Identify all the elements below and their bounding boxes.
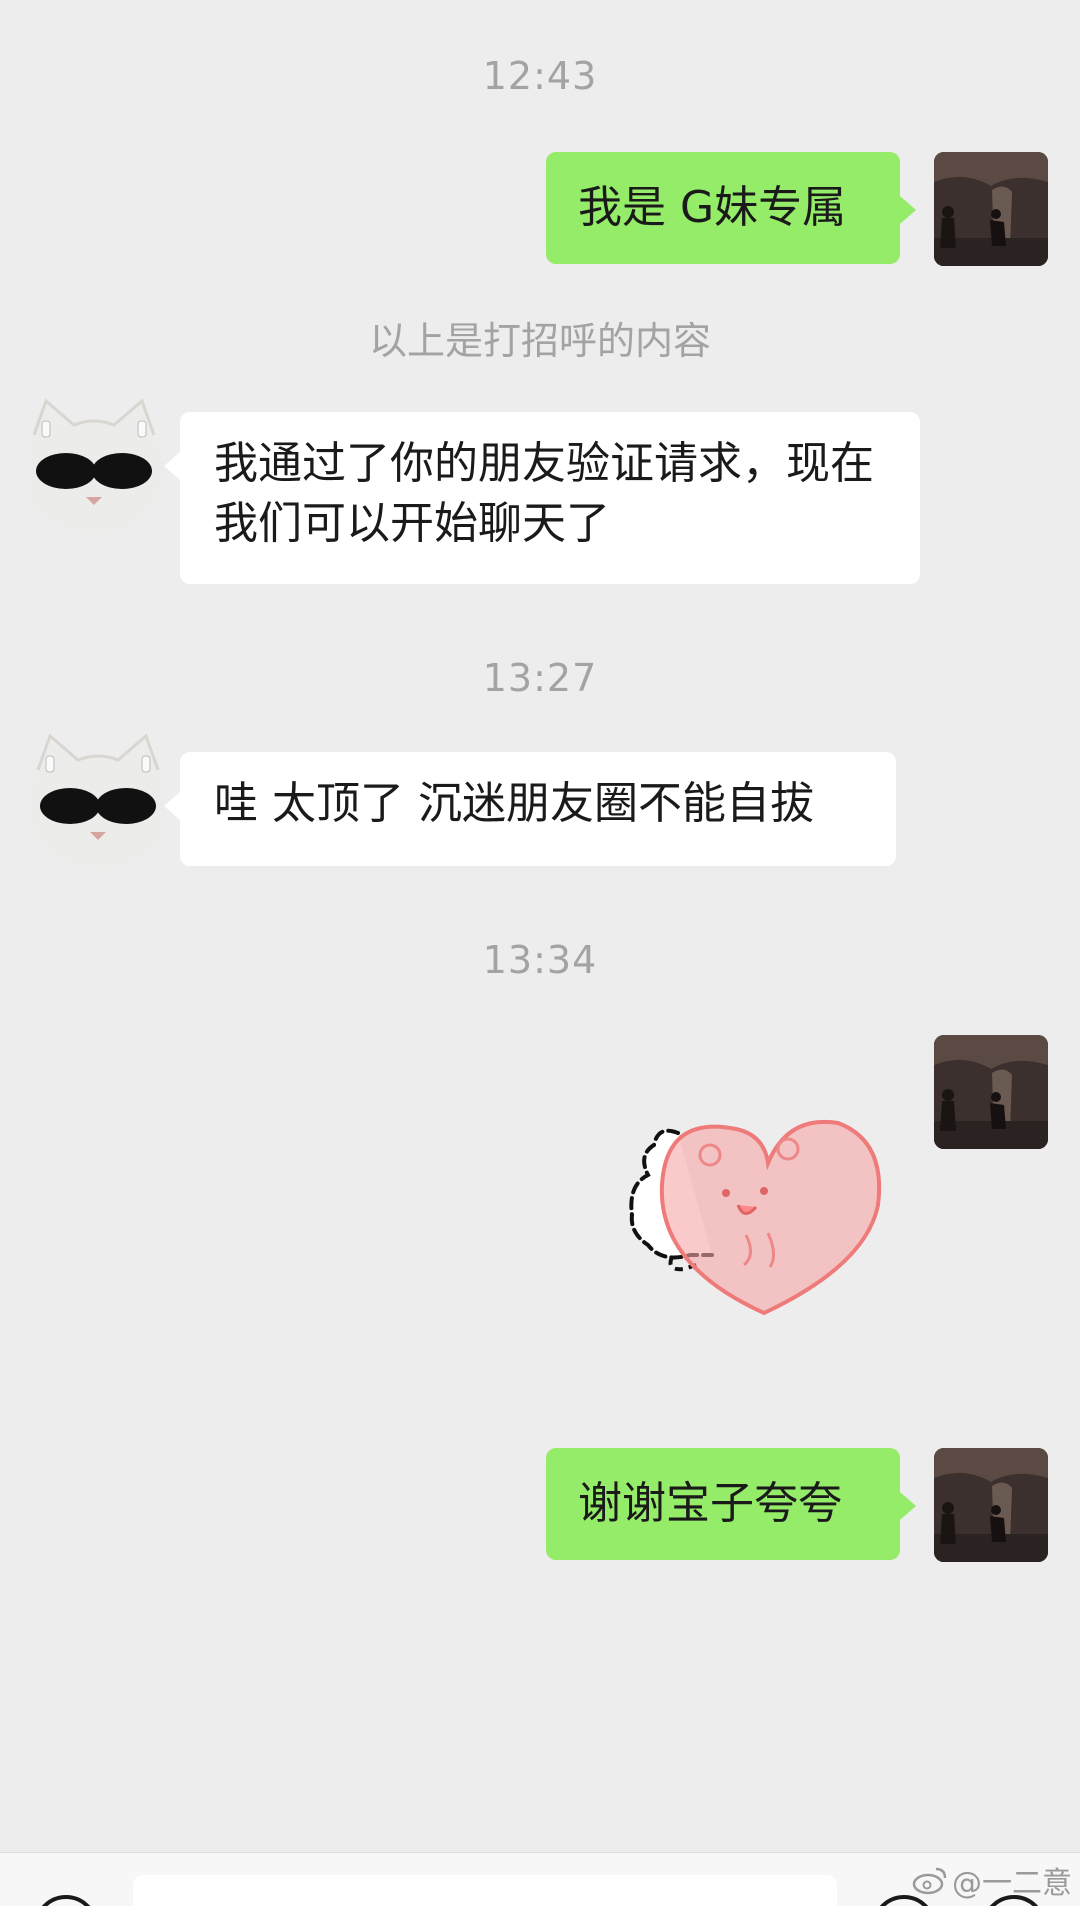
contact-message-bubble[interactable]: 哇 太顶了 沉迷朋友圈不能自拔 [164, 752, 896, 866]
chat-screen: 12:43 我是 G妹专属 以上是打招呼的内容 我通过了你的朋友验证请求，现在我… [0, 0, 1080, 1906]
contact-avatar[interactable] [16, 395, 172, 537]
my-avatar-image-icon [934, 152, 1048, 266]
weibo-icon [912, 1867, 947, 1895]
my-message-bubble[interactable]: 谢谢宝子夸夸 [546, 1448, 916, 1560]
bear-heart-icon [629, 1119, 882, 1316]
bear-hugging-heart-sticker[interactable] [618, 1105, 888, 1330]
watermark-text: @一二意 [952, 1866, 1072, 1901]
watermark: @一二意 [912, 1858, 1072, 1902]
system-note: 以上是打招呼的内容 [368, 319, 711, 363]
contact-message-bubble[interactable]: 我通过了你的朋友验证请求，现在我们可以开始聊天了 [164, 412, 920, 584]
cat-sunglasses-icon [29, 733, 168, 870]
contact-avatar[interactable] [20, 730, 176, 872]
message-input[interactable] [133, 1875, 837, 1906]
cat-sunglasses-icon [25, 398, 164, 535]
message-text: 我通过了你的朋友验证请求，现在我们可以开始聊天了 [214, 438, 874, 549]
my-avatar[interactable] [934, 152, 1048, 266]
my-avatar[interactable] [934, 1448, 1048, 1562]
message-text: 哇 太顶了 沉迷朋友圈不能自拔 [214, 778, 814, 829]
my-avatar-image-icon [934, 1035, 1048, 1149]
my-message-bubble[interactable]: 我是 G妹专属 [546, 152, 916, 264]
message-text: 我是 G妹专属 [578, 182, 847, 233]
my-avatar[interactable] [934, 1035, 1048, 1149]
timestamp: 12:43 [482, 54, 598, 98]
voice-toggle-button[interactable] [34, 1895, 98, 1906]
timestamp: 13:27 [482, 656, 598, 700]
my-avatar-image-icon [934, 1448, 1048, 1562]
message-text: 谢谢宝子夸夸 [578, 1478, 842, 1529]
timestamp: 13:34 [482, 938, 598, 982]
